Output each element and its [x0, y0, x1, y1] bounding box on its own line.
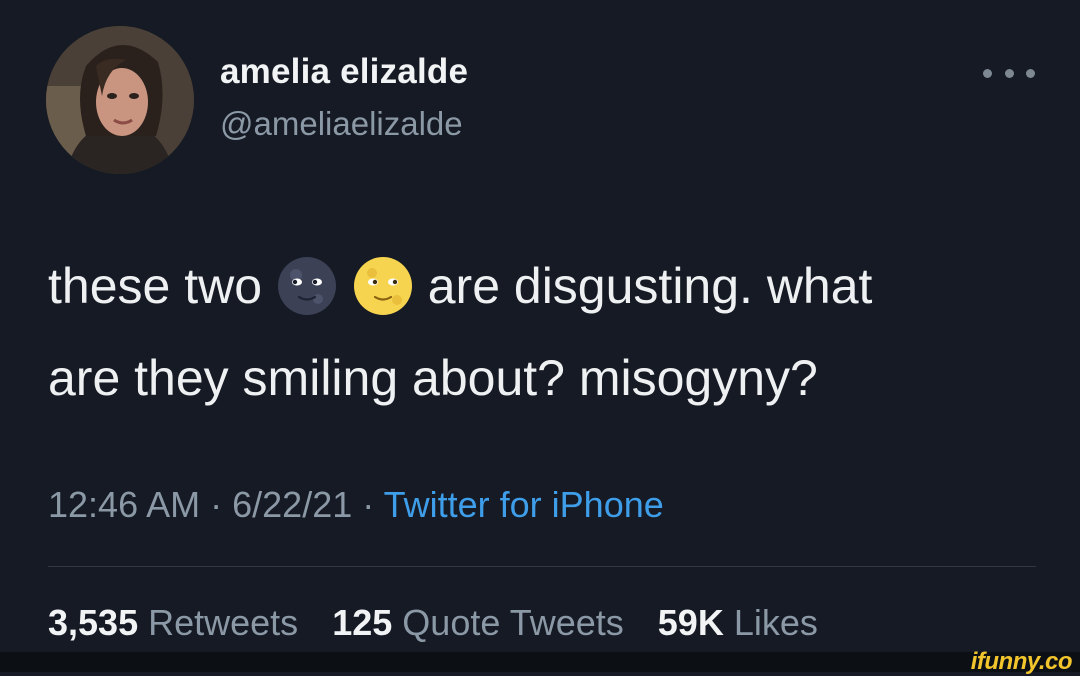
likes-label: Likes: [733, 602, 818, 643]
tweet-text-part: are disgusting. what: [427, 258, 873, 314]
tweet-card: amelia elizalde @ameliaelizalde these tw…: [0, 0, 1080, 652]
tweet-meta: 12:46 AM · 6/22/21 · Twitter for iPhone: [48, 484, 664, 526]
quote-tweets-stat[interactable]: 125 Quote Tweets: [332, 602, 634, 643]
meta-separator: ·: [362, 484, 375, 525]
meta-separator: ·: [210, 484, 223, 525]
new-moon-face-icon: [276, 255, 338, 317]
divider: [48, 566, 1036, 567]
more-dot-icon: [983, 68, 992, 78]
quote-tweets-label: Quote Tweets: [402, 602, 624, 643]
full-moon-face-icon: [352, 255, 414, 317]
tweet-stats: 3,535 Retweets 125 Quote Tweets 59K Like…: [48, 602, 842, 644]
more-options-button[interactable]: [983, 58, 1035, 88]
watermark-bar: [0, 652, 1080, 672]
tweet-source-link[interactable]: Twitter for iPhone: [384, 484, 664, 525]
tweet-text-part: these two: [48, 258, 263, 314]
retweets-label: Retweets: [148, 602, 299, 643]
tweet-date[interactable]: 6/22/21: [232, 484, 352, 525]
tweet-text-part: are they smiling about? misogyny?: [48, 350, 818, 406]
tweet-text: these two are disgusting. what are they …: [48, 240, 1048, 424]
user-photo-icon: [46, 26, 194, 174]
retweets-count: 3,535: [48, 602, 139, 643]
quote-tweets-count: 125: [332, 602, 393, 643]
tweet-time[interactable]: 12:46 AM: [48, 484, 200, 525]
more-dot-icon: [1004, 68, 1014, 78]
retweets-stat[interactable]: 3,535 Retweets: [48, 602, 308, 643]
likes-stat[interactable]: 59K Likes: [658, 602, 818, 643]
author-handle[interactable]: @ameliaelizalde: [220, 105, 463, 143]
more-dot-icon: [1026, 68, 1035, 78]
author-display-name[interactable]: amelia elizalde: [220, 52, 468, 92]
avatar[interactable]: [46, 26, 194, 174]
likes-count: 59K: [657, 602, 724, 643]
